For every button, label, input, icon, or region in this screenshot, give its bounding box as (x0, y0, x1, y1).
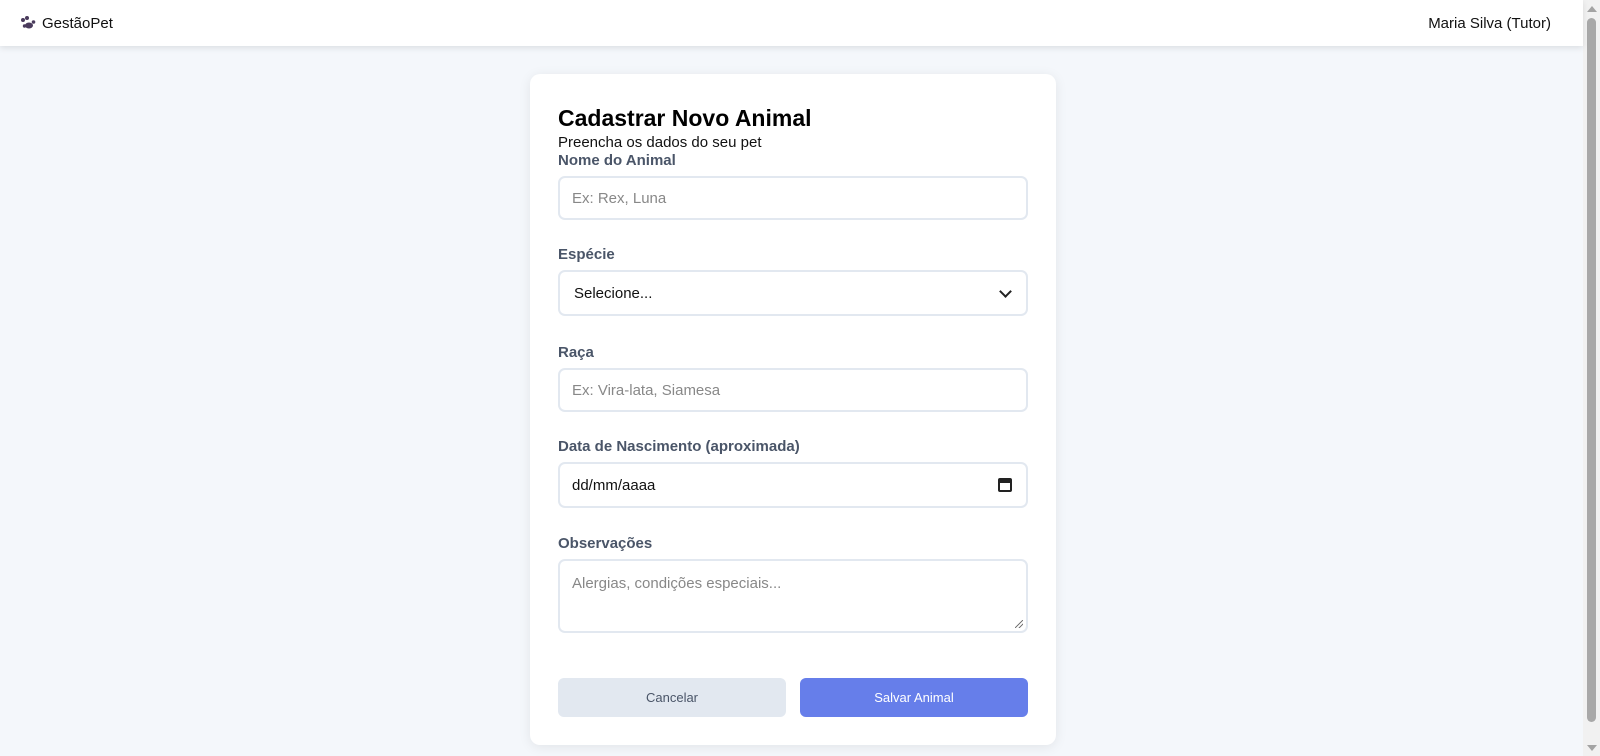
vertical-scrollbar[interactable] (1583, 0, 1600, 756)
species-select[interactable]: Selecione... (558, 270, 1028, 316)
breed-placeholder: Ex: Vira-lata, Siamesa (572, 381, 721, 399)
notes-textarea[interactable]: Alergias, condições especiais... (558, 559, 1028, 633)
scroll-thumb[interactable] (1587, 18, 1596, 722)
birthdate-input[interactable]: dd/mm/aaaa (558, 462, 1028, 508)
birthdate-value: dd/mm/aaaa (572, 476, 656, 494)
paw-icon (21, 16, 36, 29)
species-label: Espécie (558, 246, 615, 263)
page-title: Cadastrar Novo Animal (558, 105, 812, 131)
brand-name: GestãoPet (42, 14, 113, 32)
register-animal-card: Cadastrar Novo Animal Preencha os dados … (530, 74, 1056, 745)
form-actions: Cancelar Salvar Animal (558, 678, 1028, 717)
user-name[interactable]: Maria Silva (Tutor) (1428, 15, 1551, 32)
breed-input[interactable]: Ex: Vira-lata, Siamesa (558, 368, 1028, 412)
cancel-button[interactable]: Cancelar (558, 678, 786, 717)
breed-label: Raça (558, 344, 594, 361)
resize-handle-icon[interactable] (1015, 620, 1023, 628)
animal-name-input[interactable]: Ex: Rex, Luna (558, 176, 1028, 220)
page-subtitle: Preencha os dados do seu pet (558, 134, 762, 151)
animal-name-placeholder: Ex: Rex, Luna (572, 189, 667, 207)
scroll-down-arrow[interactable] (1583, 739, 1600, 756)
name-label: Nome do Animal (558, 152, 676, 169)
birthdate-label: Data de Nascimento (aproximada) (558, 438, 800, 455)
top-navbar: GestãoPet Maria Silva (Tutor) (0, 0, 1583, 46)
chevron-down-icon (999, 284, 1012, 298)
calendar-icon[interactable] (998, 478, 1012, 492)
notes-placeholder: Alergias, condições especiais... (572, 575, 782, 592)
brand[interactable]: GestãoPet (20, 15, 113, 32)
species-selected-value: Selecione... (574, 284, 653, 302)
scroll-up-arrow[interactable] (1583, 0, 1600, 17)
notes-label: Observações (558, 535, 653, 552)
save-animal-button[interactable]: Salvar Animal (800, 678, 1028, 717)
